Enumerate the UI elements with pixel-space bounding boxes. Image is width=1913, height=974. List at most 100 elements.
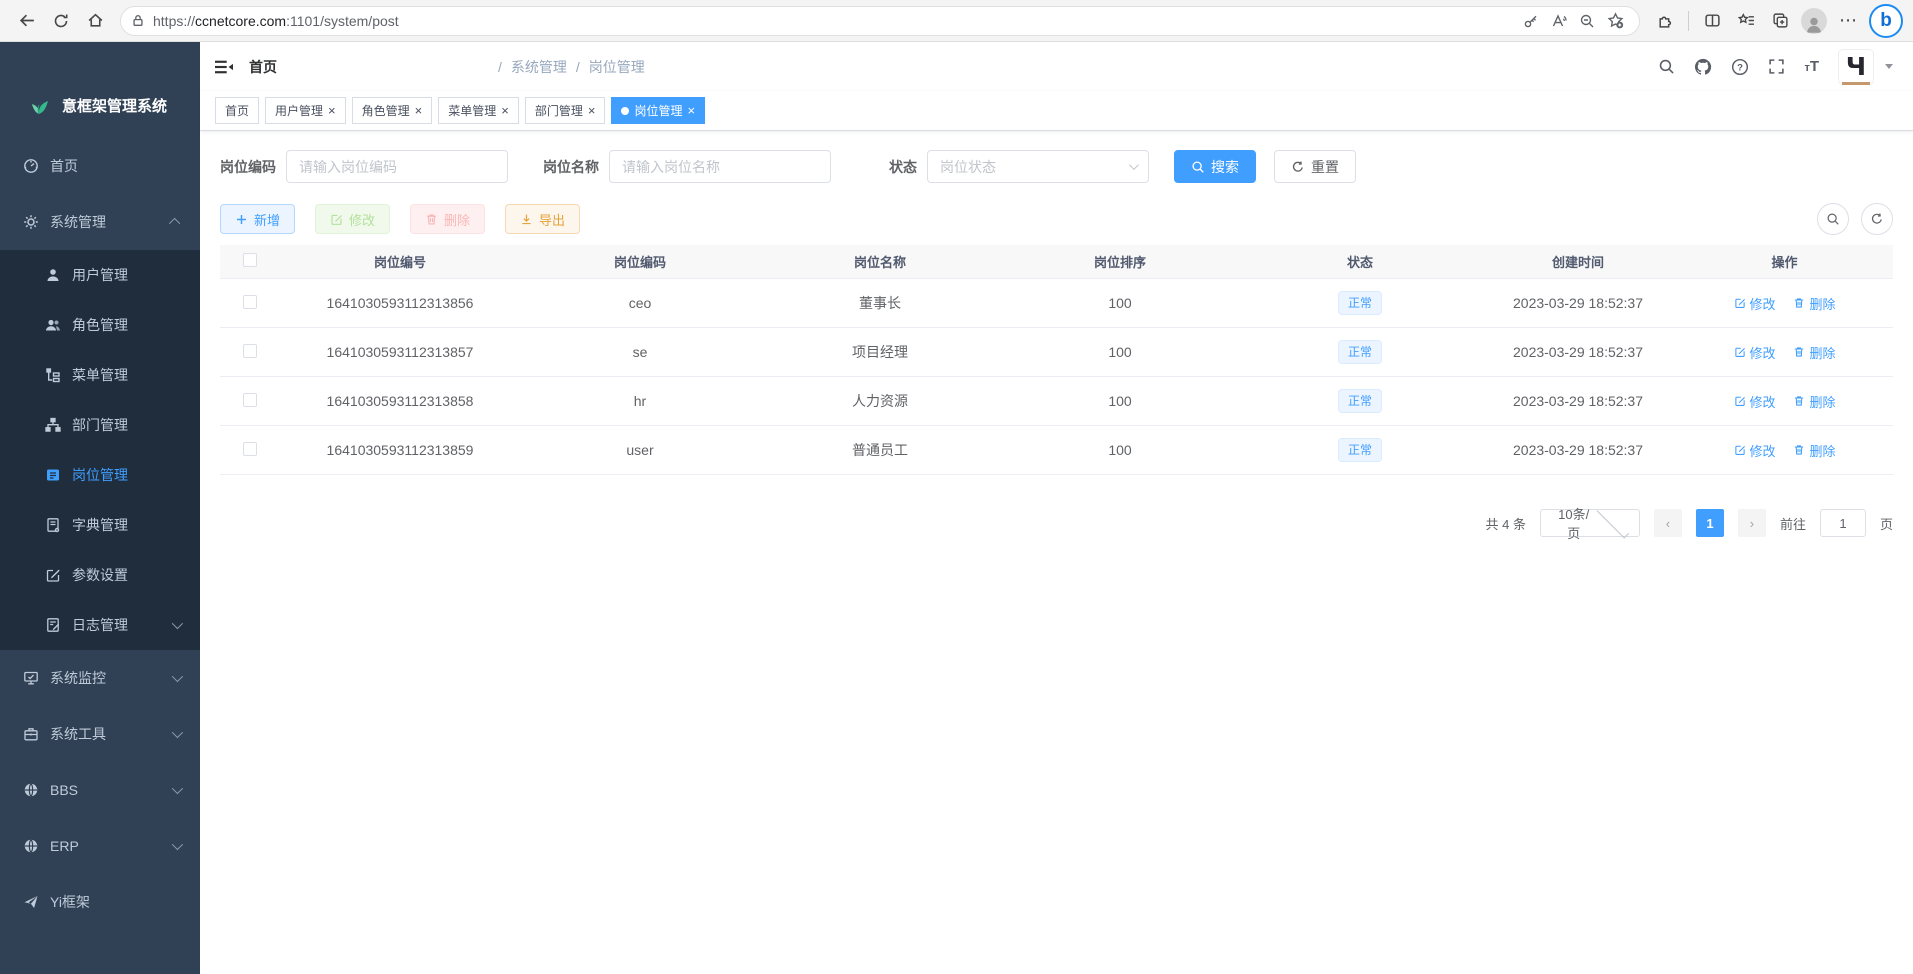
browser-profile-avatar[interactable] <box>1797 4 1831 38</box>
add-button[interactable]: 新增 <box>220 204 295 234</box>
goto-page-input[interactable] <box>1820 509 1866 537</box>
status-select[interactable]: 岗位状态 <box>927 150 1149 183</box>
sidebar-item-bbs[interactable]: BBS <box>0 762 200 818</box>
sidebar-item-system-monitor[interactable]: 系统监控 <box>0 650 200 706</box>
extensions-icon[interactable] <box>1648 4 1682 38</box>
favorites-bar-icon[interactable] <box>1729 4 1763 38</box>
select-all-checkbox[interactable] <box>243 253 257 267</box>
browser-back-button[interactable] <box>10 4 44 38</box>
row-delete-link[interactable]: 删除 <box>1793 294 1835 313</box>
sidebar-item-param-settings[interactable]: 参数设置 <box>0 550 200 600</box>
sidebar-collapse-button[interactable] <box>215 59 233 75</box>
sidebar-item-dict-management[interactable]: 字典管理 <box>0 500 200 550</box>
tab-user-management[interactable]: 用户管理× <box>265 97 346 124</box>
page-size-value: 10条/页 <box>1555 504 1593 542</box>
cell-post-code: user <box>520 442 760 458</box>
breadcrumb-home[interactable]: 首页 <box>249 57 489 77</box>
row-edit-link[interactable]: 修改 <box>1734 294 1776 313</box>
row-checkbox[interactable] <box>243 295 257 309</box>
sidebar-item-menu-management[interactable]: 菜单管理 <box>0 350 200 400</box>
close-icon[interactable]: × <box>415 104 423 117</box>
row-delete-link[interactable]: 删除 <box>1793 441 1835 460</box>
cell-post-id: 1641030593112313857 <box>280 344 520 360</box>
sidebar-item-role-management[interactable]: 角色管理 <box>0 300 200 350</box>
avatar-caret-down-icon[interactable] <box>1885 64 1893 69</box>
chevron-down-icon <box>172 727 183 738</box>
tab-role-management[interactable]: 角色管理× <box>352 97 433 124</box>
add-favorite-icon[interactable] <box>1601 7 1629 35</box>
close-icon[interactable]: × <box>588 104 596 117</box>
page-number-button[interactable]: 1 <box>1696 509 1724 537</box>
github-icon[interactable] <box>1694 58 1712 76</box>
collections-icon[interactable] <box>1763 4 1797 38</box>
avatar-underline <box>1842 82 1870 85</box>
close-icon[interactable]: × <box>328 104 336 117</box>
post-code-label: 岗位编码 <box>220 157 276 177</box>
cell-post-id: 1641030593112313858 <box>280 393 520 409</box>
tab-menu-management[interactable]: 菜单管理× <box>438 97 519 124</box>
post-name-input[interactable] <box>609 150 831 183</box>
prev-page-button[interactable]: ‹ <box>1654 509 1682 537</box>
toggle-search-button[interactable] <box>1817 203 1849 235</box>
delete-button[interactable]: 删除 <box>410 204 485 234</box>
export-button[interactable]: 导出 <box>505 204 580 234</box>
sidebar-item-system-tools[interactable]: 系统工具 <box>0 706 200 762</box>
row-delete-link[interactable]: 删除 <box>1793 343 1835 362</box>
row-delete-link[interactable]: 删除 <box>1793 392 1835 411</box>
breadcrumb-system[interactable]: 系统管理 <box>511 57 567 77</box>
trash-icon <box>1793 395 1805 407</box>
sidebar-item-post-management[interactable]: 岗位管理 <box>0 450 200 500</box>
post-badge-icon <box>44 467 62 483</box>
sidebar-item-erp[interactable]: ERP <box>0 818 200 874</box>
close-icon[interactable]: × <box>687 104 695 117</box>
sidebar-item-user-management[interactable]: 用户管理 <box>0 250 200 300</box>
chevron-down-icon <box>172 618 183 629</box>
reset-button[interactable]: 重置 <box>1274 150 1356 183</box>
row-edit-link[interactable]: 修改 <box>1734 392 1776 411</box>
row-checkbox[interactable] <box>243 393 257 407</box>
row-checkbox[interactable] <box>243 442 257 456</box>
tab-post-management[interactable]: 岗位管理× <box>611 97 705 124</box>
row-edit-link[interactable]: 修改 <box>1734 441 1776 460</box>
sidebar-item-dept-management[interactable]: 部门管理 <box>0 400 200 450</box>
row-checkbox[interactable] <box>243 344 257 358</box>
password-key-icon[interactable] <box>1517 7 1545 35</box>
edit-icon <box>1734 444 1746 456</box>
breadcrumb-separator: / <box>498 59 502 75</box>
row-edit-link[interactable]: 修改 <box>1734 343 1776 362</box>
next-page-button[interactable]: › <box>1738 509 1766 537</box>
fullscreen-icon[interactable] <box>1768 58 1785 75</box>
zoom-out-icon[interactable] <box>1573 7 1601 35</box>
post-code-input[interactable] <box>286 150 508 183</box>
sidebar-item-label: 菜单管理 <box>72 365 128 385</box>
font-size-icon[interactable]: тT <box>1804 59 1819 74</box>
split-screen-icon[interactable] <box>1695 4 1729 38</box>
dictionary-icon <box>44 517 62 533</box>
toolbox-icon <box>22 726 40 742</box>
home-icon <box>87 12 104 29</box>
search-button[interactable]: 搜索 <box>1174 150 1256 183</box>
close-icon[interactable]: × <box>501 104 509 117</box>
sidebar-item-system-management[interactable]: 系统管理 <box>0 194 200 250</box>
user-avatar[interactable]: Ч <box>1838 49 1874 85</box>
read-aloud-icon[interactable] <box>1545 7 1573 35</box>
goto-label: 前往 <box>1780 514 1806 533</box>
browser-refresh-button[interactable] <box>44 4 78 38</box>
tab-home[interactable]: 首页 <box>215 97 259 124</box>
address-bar[interactable]: https://ccnetcore.com:1101/system/post <box>120 6 1640 36</box>
browser-more-button[interactable]: ⋯ <box>1831 4 1865 38</box>
browser-home-button[interactable] <box>78 4 112 38</box>
edit-button[interactable]: 修改 <box>315 204 390 234</box>
help-icon[interactable]: ? <box>1731 58 1749 76</box>
sidebar-item-yi-framework[interactable]: Yi框架 <box>0 874 200 930</box>
sidebar-item-home[interactable]: 首页 <box>0 138 200 194</box>
sidebar-item-log-management[interactable]: 日志管理 <box>0 600 200 650</box>
bing-chat-icon[interactable]: b <box>1869 4 1903 38</box>
header-post-code: 岗位编码 <box>520 252 760 271</box>
page-size-select[interactable]: 10条/页 <box>1540 509 1640 537</box>
tab-dept-management[interactable]: 部门管理× <box>525 97 606 124</box>
refresh-table-button[interactable] <box>1861 203 1893 235</box>
sidebar-item-label: 日志管理 <box>72 615 128 635</box>
sidebar-item-label: Yi框架 <box>50 892 90 912</box>
header-search-icon[interactable] <box>1658 58 1675 75</box>
